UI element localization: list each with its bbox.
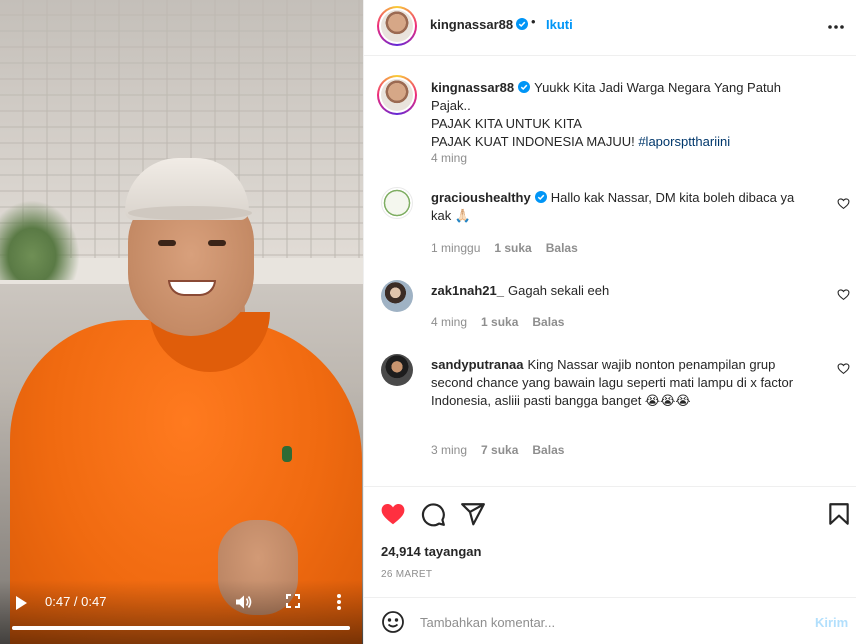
caption-username[interactable]: kingnassar88 xyxy=(431,80,514,95)
avatar[interactable] xyxy=(377,6,417,46)
comment-time: 1 minggu xyxy=(431,241,481,255)
video-player[interactable]: 0:47 / 0:47 xyxy=(0,0,363,644)
comment-text: gracioushealthy Hallo kak Nassar, DM kita… xyxy=(431,189,817,225)
caption-avatar[interactable] xyxy=(377,75,417,115)
caption-meta: 4 ming xyxy=(431,151,481,165)
comment-meta: 4 ming 1 suka Balas xyxy=(431,315,578,329)
caption-hashtag[interactable]: #laporsptthariini xyxy=(638,134,730,149)
post-side-panel: kingnassar88 • Ikuti kingnassar88 Yuukk K… xyxy=(363,0,856,644)
share-send-icon[interactable] xyxy=(460,501,486,527)
caption-time: 4 ming xyxy=(431,151,468,165)
comment-text: sandyputranaa King Nassar wajib nonton pe… xyxy=(431,356,817,410)
follow-button[interactable]: Ikuti xyxy=(546,17,573,32)
caption-text: kingnassar88 Yuukk Kita Jadi Warga Negara… xyxy=(431,79,817,151)
verified-badge-icon xyxy=(516,18,529,30)
emoji-icon[interactable] xyxy=(381,610,405,634)
verified-badge-icon xyxy=(534,191,547,203)
comment-username[interactable]: gracioushealthy xyxy=(431,190,531,205)
like-heart-icon[interactable] xyxy=(380,501,406,527)
comment-text: zak1nah21_ Gagah sekali eeh xyxy=(431,282,817,300)
volume-icon[interactable] xyxy=(234,593,252,611)
post-comment-button[interactable]: Kirim xyxy=(815,615,848,630)
video-progress-bar[interactable] xyxy=(12,626,350,630)
post-actions: 24,914 tayangan 26 MARET xyxy=(364,486,856,596)
views-count[interactable]: 24,914 tayangan xyxy=(381,544,481,559)
video-time: 0:47 / 0:47 xyxy=(45,594,107,609)
header-username-wrap[interactable]: kingnassar88 xyxy=(430,17,529,32)
comment-username[interactable]: sandyputranaa xyxy=(431,357,523,372)
comment-avatar[interactable] xyxy=(381,354,413,386)
caption-line-3: PAJAK KUAT INDONESIA MAJUU! xyxy=(431,134,639,149)
comment-composer: Kirim xyxy=(364,597,856,644)
comment-like-heart-icon[interactable] xyxy=(837,362,850,375)
comment-likes[interactable]: 1 suka xyxy=(494,241,531,255)
comment-likes[interactable]: 7 suka xyxy=(481,443,518,457)
caption-line-2: PAJAK KITA UNTUK KITA xyxy=(431,116,582,131)
comment-avatar[interactable] xyxy=(381,280,413,312)
comment-time: 4 ming xyxy=(431,315,468,329)
header-separator: • xyxy=(531,14,536,29)
comment-meta: 3 ming 7 suka Balas xyxy=(431,443,578,457)
comment-likes[interactable]: 1 suka xyxy=(481,315,518,329)
video-more-icon[interactable] xyxy=(335,592,343,612)
verified-badge-icon xyxy=(518,81,531,93)
header-username[interactable]: kingnassar88 xyxy=(430,17,513,32)
comment-input[interactable] xyxy=(420,610,800,634)
comment-time: 3 ming xyxy=(431,443,468,457)
more-options-icon[interactable] xyxy=(826,20,846,34)
save-bookmark-icon[interactable] xyxy=(826,501,852,527)
instagram-post-view: 0:47 / 0:47 kingnassar88 • Ikuti kingnas… xyxy=(0,0,856,644)
reply-button[interactable]: Balas xyxy=(546,241,578,255)
comment-avatar[interactable] xyxy=(381,187,413,219)
reply-button[interactable]: Balas xyxy=(532,315,564,329)
post-header: kingnassar88 • Ikuti xyxy=(364,0,856,56)
video-progress-fill xyxy=(12,626,350,630)
play-icon[interactable] xyxy=(14,595,28,611)
comments-list[interactable]: kingnassar88 Yuukk Kita Jadi Warga Negara… xyxy=(364,57,856,485)
post-date: 26 MARET xyxy=(381,569,433,580)
comment-body: Gagah sekali eeh xyxy=(508,283,610,298)
comment-meta: 1 minggu 1 suka Balas xyxy=(431,241,592,255)
comment-like-heart-icon[interactable] xyxy=(837,288,850,301)
comment-username[interactable]: zak1nah21_ xyxy=(431,283,504,298)
comment-bubble-icon[interactable] xyxy=(420,501,446,527)
video-controls: 0:47 / 0:47 xyxy=(0,580,363,644)
comment-like-heart-icon[interactable] xyxy=(837,197,850,210)
reply-button[interactable]: Balas xyxy=(532,443,564,457)
fullscreen-icon[interactable] xyxy=(286,594,300,608)
